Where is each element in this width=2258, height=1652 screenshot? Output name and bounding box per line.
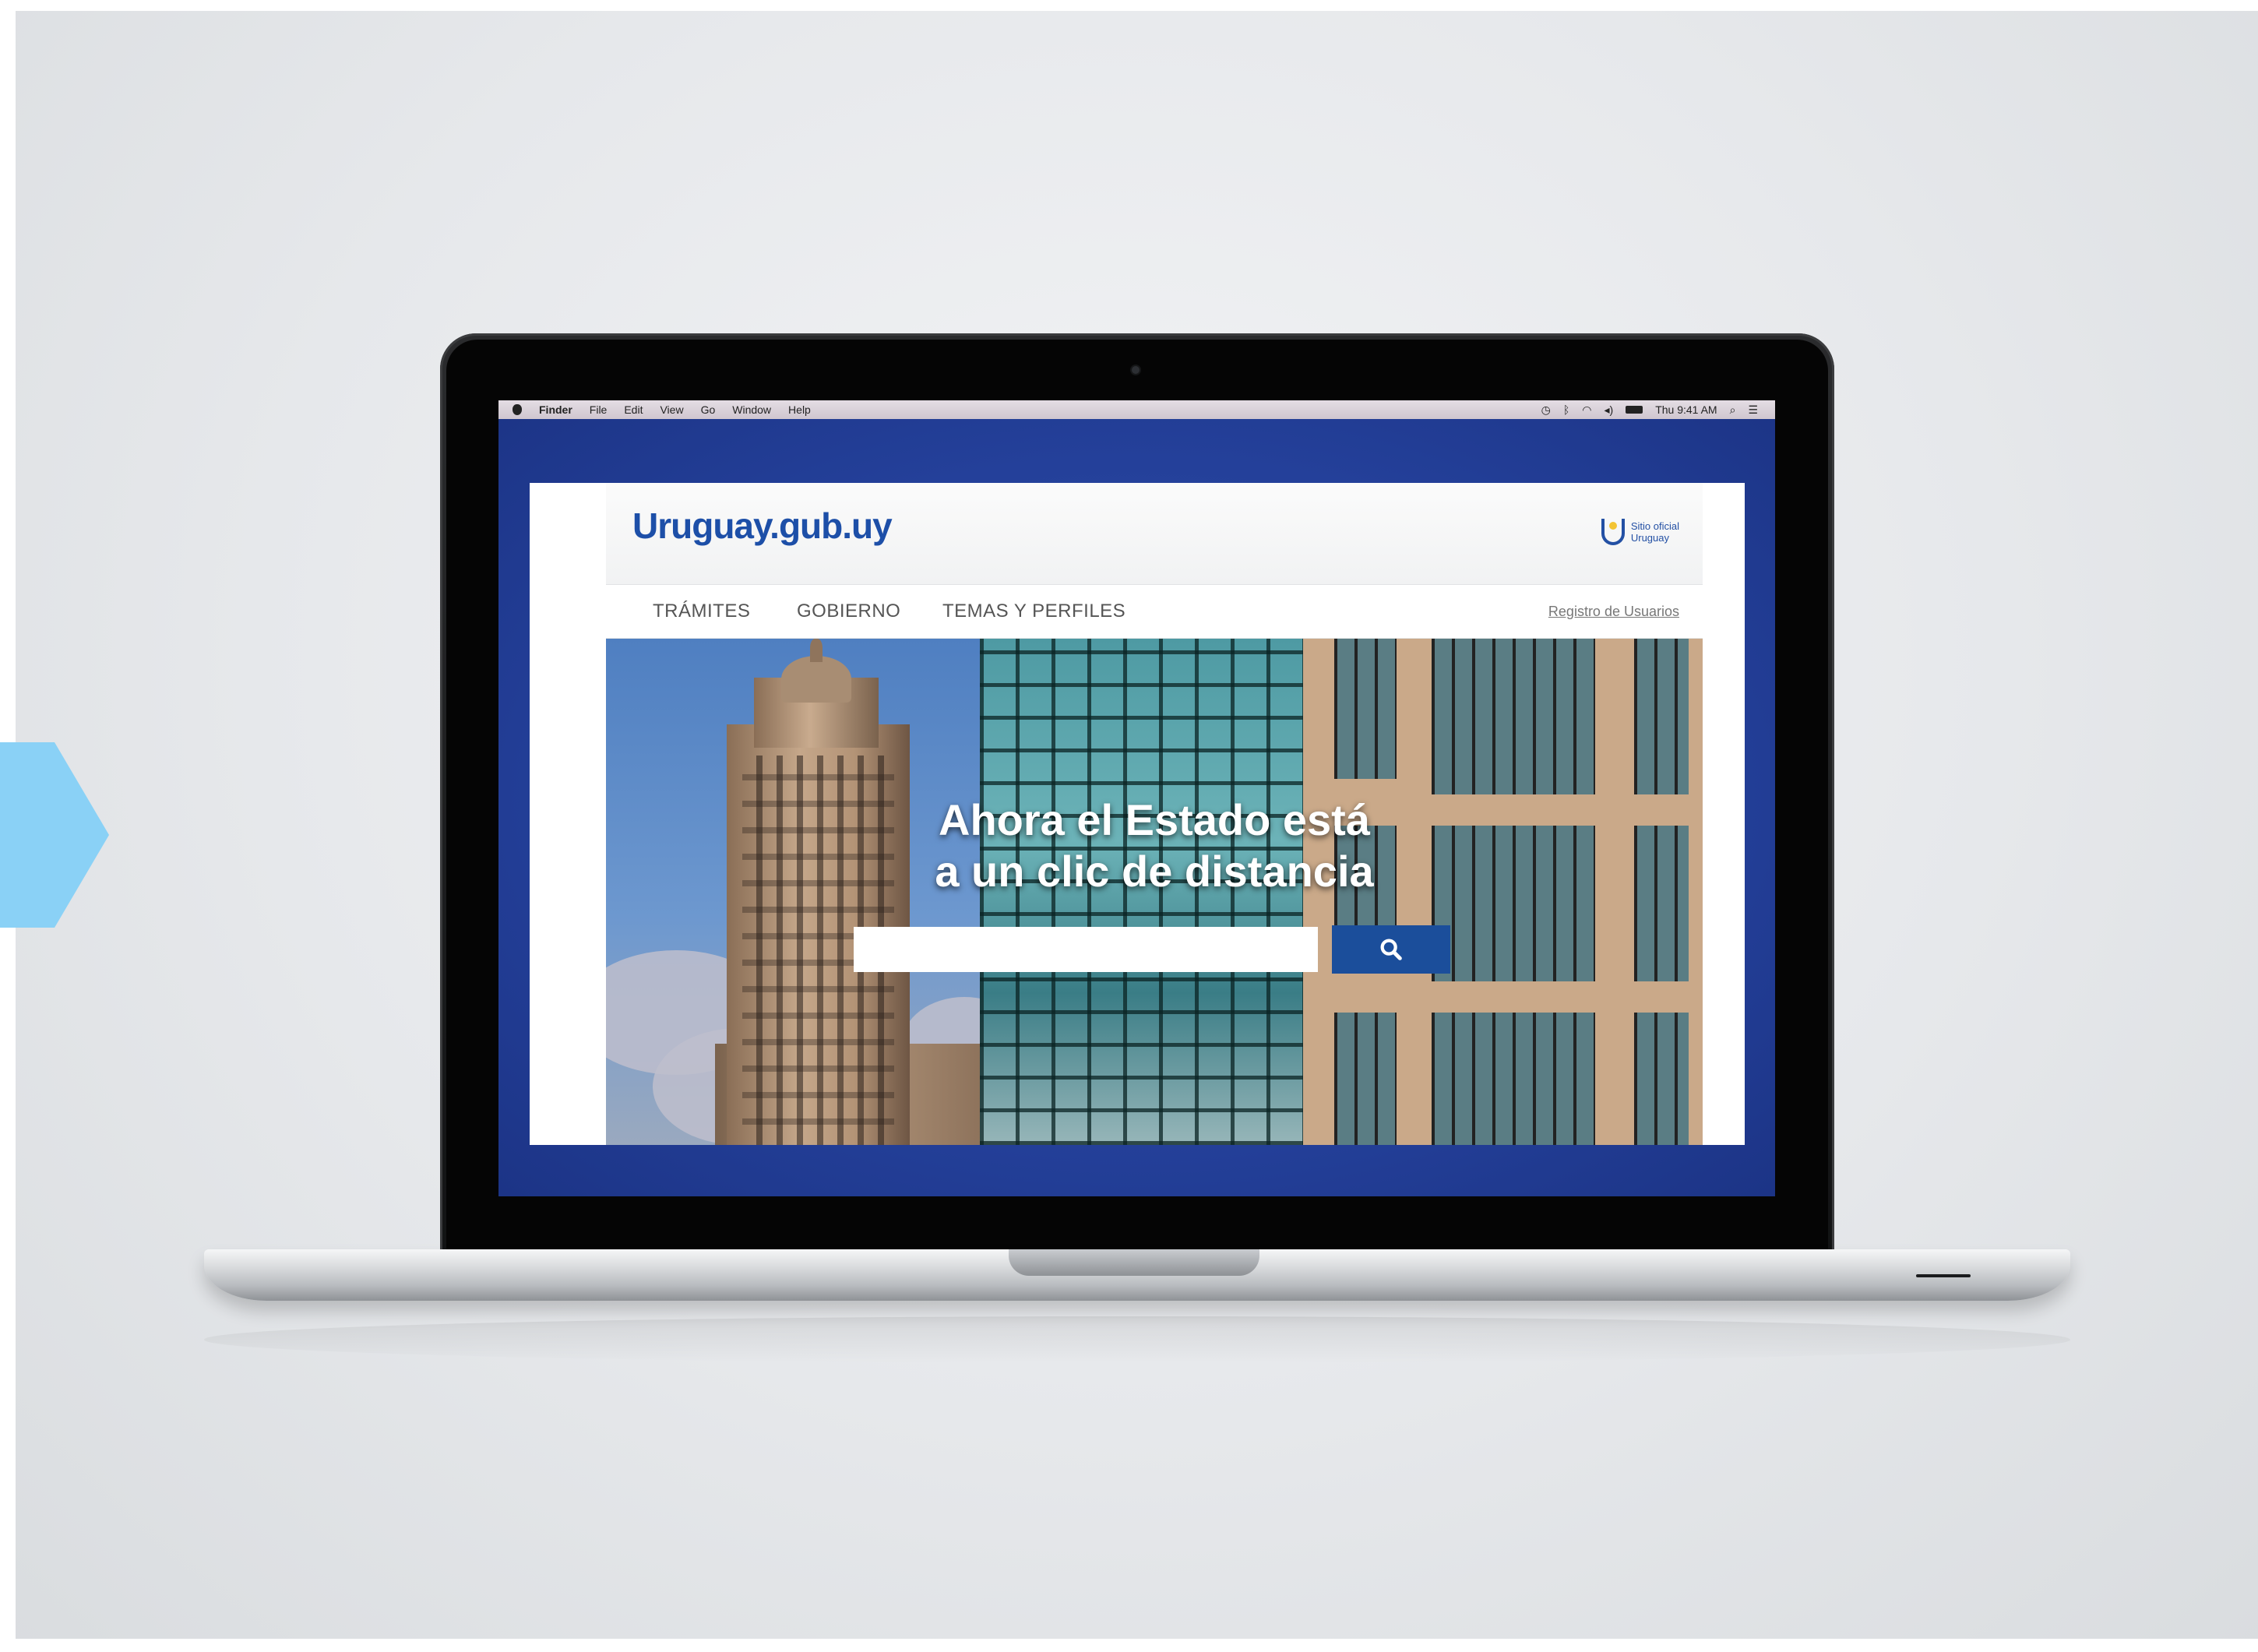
menu-edit[interactable]: Edit <box>624 403 643 416</box>
nav-temas-y-perfiles[interactable]: TEMAS Y PERFILES <box>942 601 1125 622</box>
wifi-icon[interactable]: ◠ <box>1582 404 1591 415</box>
official-site-badge: Sitio oficial Uruguay <box>1601 519 1679 545</box>
hero-window <box>1634 639 1689 794</box>
hero-tower-spire <box>810 639 823 662</box>
site-container: Uruguay.gub.uy Sitio oficial Uruguay TRÁ… <box>606 483 1703 1145</box>
menu-window[interactable]: Window <box>732 403 771 416</box>
laptop-shadow <box>204 1316 2070 1363</box>
official-line-2: Uruguay <box>1630 532 1669 544</box>
search-icon <box>1380 939 1402 960</box>
site-logo[interactable]: Uruguay.gub.uy <box>632 505 893 547</box>
menu-file[interactable]: File <box>590 403 608 416</box>
notification-center-icon[interactable]: ☰ <box>1748 404 1758 415</box>
next-arrow-icon[interactable] <box>0 742 109 928</box>
laptop-opening-notch <box>1009 1249 1259 1276</box>
clock-icon[interactable]: ◷ <box>1541 404 1551 415</box>
hero-title-line-1: Ahora el Estado está <box>939 795 1370 844</box>
hero-title-line-2: a un clic de distancia <box>935 847 1374 896</box>
hero-window <box>1432 639 1595 794</box>
nav-gobierno[interactable]: GOBIERNO <box>797 601 900 622</box>
hero-banner: Ahora el Estado está a un clic de distan… <box>606 639 1703 1145</box>
camera-icon <box>1132 366 1140 374</box>
frame-top <box>0 0 2258 11</box>
menu-finder[interactable]: Finder <box>539 403 572 416</box>
hero-tower-dome <box>781 656 851 703</box>
hero-window <box>1634 1013 1689 1145</box>
hero-window <box>1334 1013 1397 1145</box>
hero-window <box>1432 1013 1595 1145</box>
search-button[interactable] <box>1332 925 1450 974</box>
menu-help[interactable]: Help <box>788 403 811 416</box>
bluetooth-icon[interactable]: ᛒ <box>1563 404 1569 415</box>
official-line-1: Sitio oficial <box>1630 520 1679 532</box>
nav-tramites[interactable]: TRÁMITES <box>653 601 750 622</box>
menubar-clock[interactable]: Thu 9:41 AM <box>1655 403 1717 416</box>
browser-page: Uruguay.gub.uy Sitio oficial Uruguay TRÁ… <box>530 483 1745 1145</box>
site-nav: TRÁMITES GOBIERNO TEMAS Y PERFILES Regis… <box>606 585 1703 639</box>
menu-view[interactable]: View <box>660 403 683 416</box>
site-header: Uruguay.gub.uy Sitio oficial Uruguay <box>606 483 1703 585</box>
register-users-link[interactable]: Registro de Usuarios <box>1548 604 1679 620</box>
mac-menubar: Finder File Edit View Go Window Help ◷ ᛒ… <box>498 400 1775 419</box>
spotlight-icon[interactable]: ⌕ <box>1730 404 1736 415</box>
volume-icon[interactable]: ◂) <box>1605 404 1614 415</box>
search-input[interactable] <box>854 927 1318 972</box>
hero-window <box>1334 639 1397 779</box>
hero-title: Ahora el Estado está a un clic de distan… <box>606 794 1703 897</box>
apple-icon[interactable] <box>513 404 522 415</box>
menu-go[interactable]: Go <box>701 403 716 416</box>
shield-icon <box>1601 519 1625 545</box>
laptop-screen: Finder File Edit View Go Window Help ◷ ᛒ… <box>498 400 1775 1196</box>
frame-bottom <box>0 1639 2258 1652</box>
laptop-side-slot <box>1916 1274 1971 1277</box>
official-site-text: Sitio oficial Uruguay <box>1631 520 1679 544</box>
battery-icon[interactable] <box>1626 406 1643 414</box>
